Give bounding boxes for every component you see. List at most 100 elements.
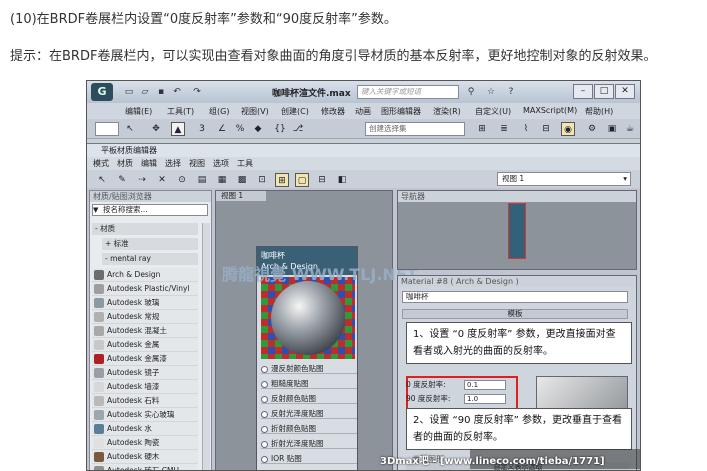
show-map-icon[interactable]: ▦ [215, 173, 229, 187]
sme-menu-mode[interactable]: 模式 [93, 158, 109, 169]
sme-menu-select[interactable]: 选择 [165, 158, 181, 169]
menu-help[interactable]: 帮助(H) [585, 106, 613, 117]
node-map-slot[interactable]: 折射光泽度贴图 [261, 438, 357, 449]
minimize-button[interactable]: – [573, 84, 593, 99]
schematic-icon[interactable]: ⊟ [539, 122, 553, 136]
render-icon[interactable]: ☕ [623, 122, 637, 136]
socket-icon[interactable] [261, 410, 268, 418]
material-editor-icon[interactable]: ◉ [561, 122, 575, 136]
render-frame-icon[interactable]: ▣ [605, 122, 619, 136]
material-list-item[interactable]: Autodesk 石料 [92, 394, 198, 408]
material-list-item[interactable]: Autodesk 金属漆 [92, 352, 198, 366]
binoculars-icon[interactable]: ⚲ [465, 86, 477, 98]
search-input[interactable]: 键入关键字或短语 [357, 85, 459, 99]
align-icon[interactable]: ⊞ [475, 122, 489, 136]
view-dropdown[interactable]: 视图 1 ▾ [497, 172, 631, 186]
edit-named-sel-icon[interactable]: {} [273, 122, 287, 136]
menu-modifiers[interactable]: 修改器 [321, 106, 345, 117]
open-icon[interactable]: ▱ [139, 86, 151, 98]
layout-icon[interactable]: ⊡ [255, 173, 269, 187]
material-list-item[interactable]: Autodesk 砖石 CMU [92, 464, 198, 470]
browser-scrollbar[interactable] [202, 223, 210, 470]
assign-material-icon[interactable]: ⇢ [135, 173, 149, 187]
material-list-item[interactable]: Autodesk 常规 [92, 310, 198, 324]
redo-icon[interactable]: ↷ [191, 86, 203, 98]
tab-view-1[interactable]: 视图 1 [216, 191, 266, 201]
mirror-icon[interactable]: ⎇ [291, 122, 305, 136]
maximize-button[interactable]: □ [594, 84, 614, 99]
reset-icon[interactable]: ✕ [155, 173, 169, 187]
navigator-frame[interactable] [508, 203, 526, 259]
menu-group[interactable]: 组(G) [209, 106, 229, 117]
material-list-item[interactable]: Arch & Design [92, 268, 198, 282]
menu-graph-editors[interactable]: 图形编辑器 [381, 106, 421, 117]
curve-editor-icon[interactable]: ⌇ [519, 122, 533, 136]
hide-icon[interactable]: ⊟ [315, 173, 329, 187]
selection-set-dropdown[interactable]: 创建选择集 [365, 122, 465, 136]
menu-customize[interactable]: 自定义(U) [475, 106, 511, 117]
help-icon[interactable]: ? [505, 86, 517, 98]
undo-icon[interactable]: ↶ [171, 86, 183, 98]
layout-children-icon[interactable]: ▢ [295, 173, 309, 187]
material-list-item[interactable]: Autodesk 镜子 [92, 366, 198, 380]
socket-icon[interactable] [261, 440, 268, 448]
menu-animation[interactable]: 动画 [355, 106, 371, 117]
node-map-slot[interactable]: 反射光泽度贴图 [261, 408, 357, 419]
node-map-slot[interactable]: 反射颜色贴图 [261, 393, 357, 404]
sme-menu-view[interactable]: 视图 [189, 158, 205, 169]
parameter-editor-icon[interactable]: ◧ [335, 173, 349, 187]
material-list-item[interactable]: Autodesk 墙漆 [92, 380, 198, 394]
group-standard[interactable]: + 标准 [102, 238, 198, 250]
socket-icon[interactable] [261, 395, 268, 403]
angle-snap-icon[interactable]: ∠ [215, 122, 229, 136]
node-map-slot[interactable]: 漫反射颜色贴图 [261, 363, 357, 374]
sme-menu-material[interactable]: 材质 [117, 158, 133, 169]
reflect-0-input[interactable]: 0.1 [464, 380, 506, 390]
put-to-library-icon[interactable]: ▤ [195, 173, 209, 187]
reflect-90-input[interactable]: 1.0 [464, 394, 506, 404]
new-icon[interactable]: ▭ [123, 86, 135, 98]
selection-filter-dropdown[interactable] [95, 122, 119, 136]
material-list-item[interactable]: Autodesk 混凝土 [92, 324, 198, 338]
group-mental-ray[interactable]: - mental ray [102, 253, 198, 265]
material-list-item[interactable]: Autodesk 玻璃 [92, 296, 198, 310]
material-list-item[interactable]: Autodesk 实心玻璃 [92, 408, 198, 422]
material-list-item[interactable]: Autodesk 水 [92, 422, 198, 436]
sme-menu-tools[interactable]: 工具 [237, 158, 253, 169]
rollout-templates[interactable]: 模板 [402, 309, 628, 319]
render-setup-icon[interactable]: ⚙ [585, 122, 599, 136]
material-list-item[interactable]: Autodesk 硬木 [92, 450, 198, 464]
menu-rendering[interactable]: 渲染(R) [433, 106, 461, 117]
sme-menu-edit[interactable]: 编辑 [141, 158, 157, 169]
select-link-icon[interactable]: ↖ [123, 122, 137, 136]
sme-menu-options[interactable]: 选项 [213, 158, 229, 169]
spinner-snap-icon[interactable]: ◆ [251, 122, 265, 136]
socket-icon[interactable] [261, 455, 268, 463]
material-list-item[interactable]: Autodesk 陶瓷 [92, 436, 198, 450]
menu-tools[interactable]: 工具(T) [167, 106, 194, 117]
make-unique-icon[interactable]: ⊙ [175, 173, 189, 187]
move-icon[interactable]: ✥ [149, 122, 163, 136]
select-object-icon[interactable]: ▲ [171, 122, 185, 136]
close-button[interactable]: ✕ [615, 84, 635, 99]
layout-all-icon[interactable]: ⊞ [275, 173, 289, 187]
material-name-input[interactable]: 咖啡杯 [402, 291, 628, 303]
layer-icon[interactable]: ≣ [497, 122, 511, 136]
star-icon[interactable]: ☆ [485, 86, 497, 98]
material-list-item[interactable]: Autodesk Plastic/Vinyl [92, 282, 198, 296]
snap-3d-icon[interactable]: 3 [195, 122, 209, 136]
menu-maxscript[interactable]: MAXScript(M) [523, 106, 577, 115]
socket-icon[interactable] [261, 365, 268, 373]
browser-search-input[interactable]: 按名称搜索... [92, 204, 208, 216]
menu-create[interactable]: 创建(C) [281, 106, 309, 117]
show-background-icon[interactable]: ▩ [235, 173, 249, 187]
select-tool-icon[interactable]: ↖ [95, 173, 109, 187]
material-list-item[interactable]: Autodesk 金属 [92, 338, 198, 352]
menu-edit[interactable]: 编辑(E) [125, 106, 152, 117]
percent-snap-icon[interactable]: % [233, 122, 247, 136]
save-icon[interactable]: ▪ [155, 86, 167, 98]
socket-icon[interactable] [261, 380, 268, 388]
pick-material-icon[interactable]: ✎ [115, 173, 129, 187]
app-logo-icon[interactable]: G [91, 83, 113, 101]
menu-views[interactable]: 视图(V) [241, 106, 269, 117]
